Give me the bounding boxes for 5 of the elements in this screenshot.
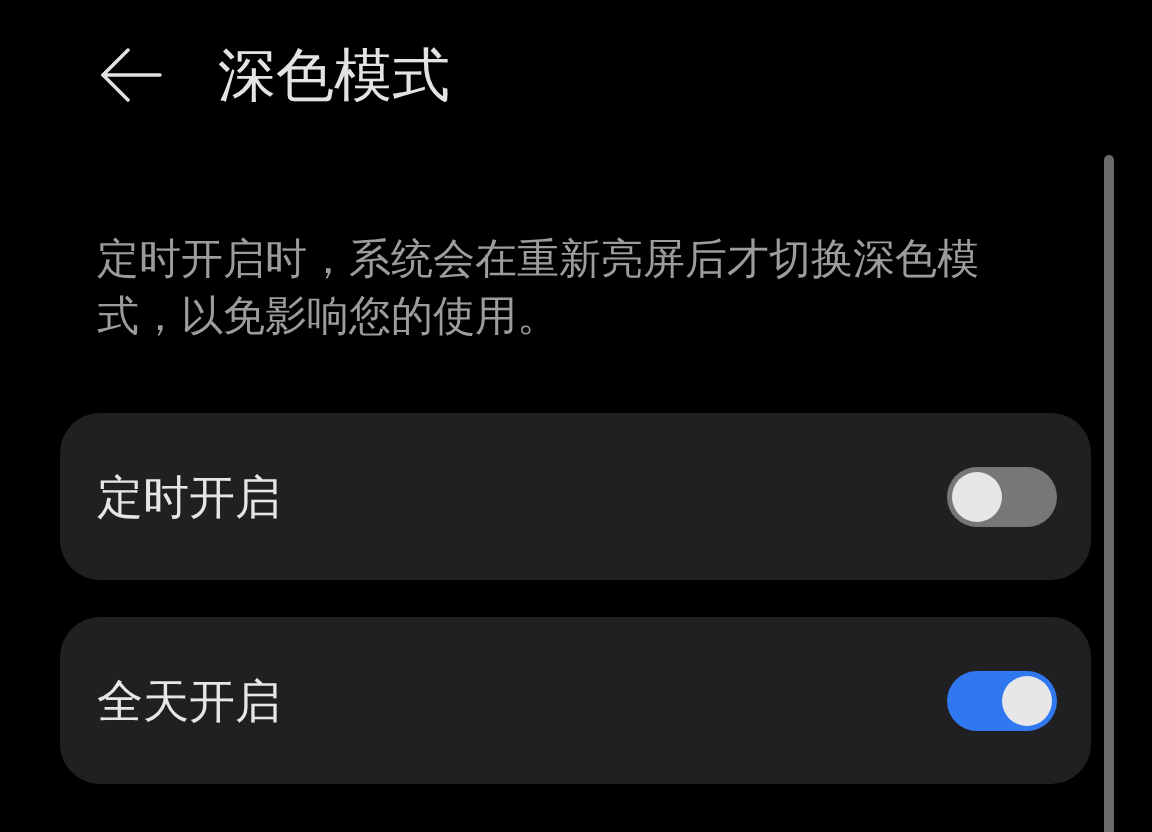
back-button[interactable] <box>100 47 162 103</box>
page-title: 深色模式 <box>218 40 450 110</box>
setting-label: 定时开启 <box>97 468 281 526</box>
setting-label: 全天开启 <box>97 672 281 730</box>
description-text: 定时开启时，系统会在重新亮屏后才切换深色模式，以免影响您的使用。 <box>97 233 980 342</box>
